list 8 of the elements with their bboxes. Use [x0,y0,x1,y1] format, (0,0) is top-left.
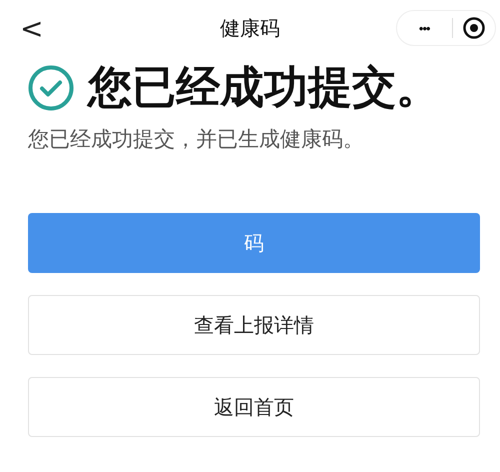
action-button[interactable]: 返回首页 [28,377,480,437]
back-button[interactable]: < [16,12,48,44]
success-message: 您已经成功提交，并已生成健康码。 [27,126,365,153]
page-title: 健康码 [220,16,280,40]
action-button[interactable]: 查看上报详情 [28,295,480,355]
check-circle-icon [28,64,74,110]
more-button[interactable]: ••• [397,20,452,36]
success-heading: 您已经成功提交。 [88,61,440,115]
